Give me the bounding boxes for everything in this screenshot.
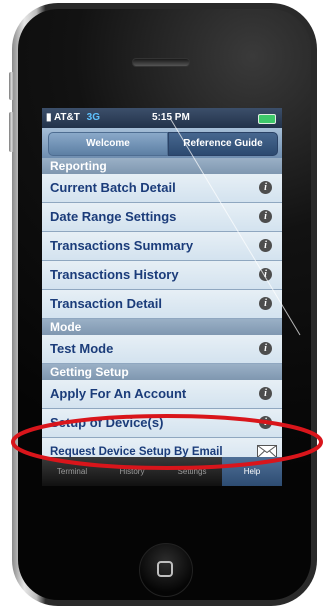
carrier-label: ▮ AT&T 3G (46, 112, 100, 123)
tab-welcome[interactable]: Welcome (48, 132, 168, 156)
list-item-setup-of-devices[interactable]: Setup of Device(s) i (42, 409, 282, 438)
list-item-apply-for-an-account[interactable]: Apply For An Account i (42, 380, 282, 409)
list-item-label: Apply For An Account (50, 386, 187, 401)
list-item-label: Test Mode (50, 341, 114, 356)
tab-help[interactable]: Help (222, 457, 282, 486)
home-square-icon (157, 561, 173, 577)
list-item-label: Date Range Settings (50, 209, 177, 224)
info-icon[interactable]: i (259, 181, 272, 194)
segmented-control: Welcome Reference Guide (42, 128, 282, 158)
battery-icon (258, 114, 276, 124)
list-item-label: Transactions Summary (50, 238, 194, 253)
list-item-test-mode[interactable]: Test Mode i (42, 335, 282, 364)
tab-settings[interactable]: Settings (162, 457, 222, 486)
tab-history[interactable]: History (102, 457, 162, 486)
info-icon[interactable]: i (259, 239, 272, 252)
section-header-getting-setup: Getting Setup (42, 364, 282, 380)
list-item-label: Setup of Device(s) (50, 415, 164, 430)
volume-up-button (9, 112, 14, 152)
status-bar: ▮ AT&T 3G 5:15 PM (42, 108, 282, 128)
info-icon[interactable]: i (259, 342, 272, 355)
list-item-transaction-detail[interactable]: Transaction Detail i (42, 290, 282, 319)
list-item-date-range-settings[interactable]: Date Range Settings i (42, 203, 282, 232)
clock: 5:15 PM (152, 112, 190, 123)
list-item-label: Transaction Detail (50, 296, 162, 311)
info-icon[interactable]: i (259, 268, 272, 281)
list-item-label: Transactions History (50, 267, 179, 282)
mute-switch (9, 72, 14, 100)
menu-list: Reporting Current Batch Detail i Date Ra… (42, 158, 282, 467)
list-item-label: Current Batch Detail (50, 180, 176, 195)
network-type: 3G (86, 112, 100, 123)
signal-icon: ▮ (46, 112, 52, 123)
tab-terminal[interactable]: Terminal (42, 457, 102, 486)
list-item-transactions-history[interactable]: Transactions History i (42, 261, 282, 290)
tab-reference-guide[interactable]: Reference Guide (168, 132, 278, 156)
info-icon[interactable]: i (259, 416, 272, 429)
section-header-mode: Mode (42, 319, 282, 335)
app-screen: ▮ AT&T 3G 5:15 PM Welcome Reference Guid… (42, 108, 282, 486)
info-icon[interactable]: i (259, 297, 272, 310)
info-icon[interactable]: i (259, 210, 272, 223)
section-header-reporting: Reporting (42, 158, 282, 174)
bottom-tab-bar: Terminal History Settings Help (42, 457, 282, 486)
list-item-transactions-summary[interactable]: Transactions Summary i (42, 232, 282, 261)
list-item-current-batch-detail[interactable]: Current Batch Detail i (42, 174, 282, 203)
home-button[interactable] (139, 543, 193, 597)
earpiece-speaker (132, 58, 190, 67)
info-icon[interactable]: i (259, 387, 272, 400)
